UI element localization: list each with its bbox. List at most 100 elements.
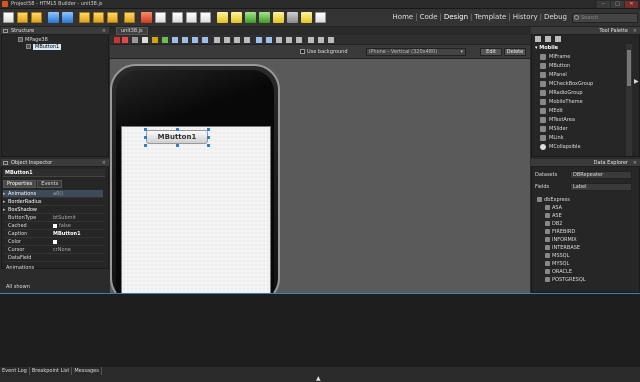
minimize-button[interactable]: –: [597, 1, 610, 8]
use-background-checkbox[interactable]: Use background: [300, 49, 348, 55]
resize-handle[interactable]: [207, 128, 210, 131]
pin-icon[interactable]: [3, 29, 8, 33]
property-row[interactable]: Color: [3, 238, 103, 246]
palette-item[interactable]: MSlider: [540, 125, 568, 133]
expand-icon[interactable]: ▸: [3, 206, 6, 214]
close-icon[interactable]: ×: [633, 159, 637, 167]
mode-code[interactable]: Code: [419, 13, 439, 21]
grid-icon[interactable]: [142, 37, 148, 43]
space-icon[interactable]: [224, 37, 230, 43]
align-top-icon[interactable]: [192, 37, 198, 43]
run-icon[interactable]: [217, 12, 228, 23]
step-over-icon[interactable]: [245, 12, 256, 23]
palette-item[interactable]: MPanel: [540, 71, 567, 79]
mode-home[interactable]: Home: [392, 13, 415, 21]
close-button[interactable]: ✕: [625, 1, 638, 8]
filter-icon[interactable]: [545, 36, 551, 42]
bring-front-icon[interactable]: [318, 37, 324, 43]
expand-icon[interactable]: ▸: [3, 198, 6, 206]
lock-icon[interactable]: [276, 37, 282, 43]
delete-icon[interactable]: [122, 37, 128, 43]
close-icon[interactable]: ×: [102, 159, 106, 167]
tree-item-dbexpress[interactable]: dbExpress: [537, 197, 570, 204]
sort-icon[interactable]: [555, 36, 561, 42]
center-icon[interactable]: [214, 37, 220, 43]
palette-scroll-thumb[interactable]: [627, 50, 631, 86]
snap-icon[interactable]: [152, 37, 158, 43]
property-row[interactable]: ▸ Animations a0(): [3, 190, 103, 198]
resize-handle[interactable]: [207, 136, 210, 139]
resize-handle[interactable]: [144, 144, 147, 147]
undo-icon[interactable]: [186, 12, 197, 23]
align-icon[interactable]: [132, 37, 138, 43]
expand-icon[interactable]: ▸: [3, 190, 6, 198]
layout-icon[interactable]: [256, 37, 262, 43]
datasets-select[interactable]: DBRepeater: [570, 171, 632, 179]
tree-item-driver[interactable]: ASA: [545, 205, 562, 212]
fields-select[interactable]: Label: [570, 183, 632, 191]
expand-right-icon[interactable]: ▶: [634, 78, 639, 85]
tree-item-driver[interactable]: POSTGRESQL: [545, 277, 586, 284]
search-input[interactable]: Search: [572, 13, 638, 23]
property-row[interactable]: ButtonType btSubmit: [3, 214, 103, 222]
categories-icon[interactable]: [535, 36, 541, 42]
device-select[interactable]: iPhone - Vertical (320x480) ▾: [366, 48, 466, 56]
tree-item-driver[interactable]: MYSQL: [545, 261, 569, 268]
object-selector[interactable]: MButton1: [3, 169, 105, 177]
tab-unit38[interactable]: unit38.js: [116, 27, 148, 35]
cut-icon[interactable]: [141, 12, 152, 23]
step-out-icon[interactable]: [273, 12, 284, 23]
tree-item-driver[interactable]: FIREBIRD: [545, 229, 575, 236]
align-right-icon[interactable]: [182, 37, 188, 43]
mode-history[interactable]: History: [512, 13, 539, 21]
property-row[interactable]: ▸ BorderRadius: [3, 198, 103, 206]
redo-icon[interactable]: [200, 12, 211, 23]
resize-handle[interactable]: [176, 128, 179, 131]
creation-order-icon[interactable]: [296, 37, 302, 43]
phone-screen[interactable]: [121, 126, 271, 293]
property-row[interactable]: Caption MButton1: [3, 230, 103, 238]
mbutton-control[interactable]: MButton1: [146, 130, 208, 144]
flip-icon[interactable]: [308, 37, 314, 43]
preview-icon[interactable]: [162, 37, 168, 43]
edit-button[interactable]: Edit: [480, 48, 502, 56]
resize-handle[interactable]: [144, 136, 147, 139]
checkbox-icon[interactable]: [300, 49, 305, 54]
tab-event-log[interactable]: Event Log: [0, 367, 30, 375]
checkbox-icon[interactable]: [53, 223, 57, 228]
close-icon[interactable]: ×: [633, 27, 637, 35]
mode-template[interactable]: Template: [473, 13, 507, 21]
palette-category[interactable]: ▾ Mobile: [535, 45, 558, 51]
pointer-icon[interactable]: [114, 37, 120, 43]
project-options-icon[interactable]: [124, 12, 135, 23]
stop-icon[interactable]: [287, 12, 298, 23]
expand-up-icon[interactable]: ▲: [316, 375, 321, 382]
property-row[interactable]: ▸ BoxShadow: [3, 206, 103, 214]
pin-icon[interactable]: [3, 161, 8, 165]
align-left-icon[interactable]: [172, 37, 178, 43]
tree-item-driver[interactable]: ASE: [545, 213, 562, 220]
palette-item[interactable]: MCollapsible: [540, 143, 581, 151]
mode-design[interactable]: Design: [443, 13, 469, 21]
align-bottom-icon[interactable]: [202, 37, 208, 43]
new-file-icon[interactable]: [3, 12, 14, 23]
send-back-icon[interactable]: [328, 37, 334, 43]
tab-properties[interactable]: Properties: [3, 180, 37, 188]
palette-item[interactable]: MEdit: [540, 107, 563, 115]
open-folder-icon[interactable]: [79, 12, 90, 23]
deploy-icon[interactable]: [301, 12, 312, 23]
resize-handle[interactable]: [176, 144, 179, 147]
remove-from-project-icon[interactable]: [107, 12, 118, 23]
palette-item[interactable]: MobileTheme: [540, 98, 583, 106]
add-to-project-icon[interactable]: [93, 12, 104, 23]
resize-handle[interactable]: [207, 144, 210, 147]
palette-item[interactable]: MCheckBoxGroup: [540, 80, 593, 88]
tree-item-driver[interactable]: ORACLE: [545, 269, 572, 276]
help-icon[interactable]: [315, 12, 326, 23]
tree-item-driver[interactable]: INTERBASE: [545, 245, 580, 252]
tree-item-driver[interactable]: MSSQL: [545, 253, 569, 260]
palette-item[interactable]: MButton: [540, 62, 570, 70]
tree-item-button[interactable]: MButton1: [26, 44, 62, 51]
maximize-button[interactable]: □: [611, 1, 624, 8]
save-icon[interactable]: [48, 12, 59, 23]
